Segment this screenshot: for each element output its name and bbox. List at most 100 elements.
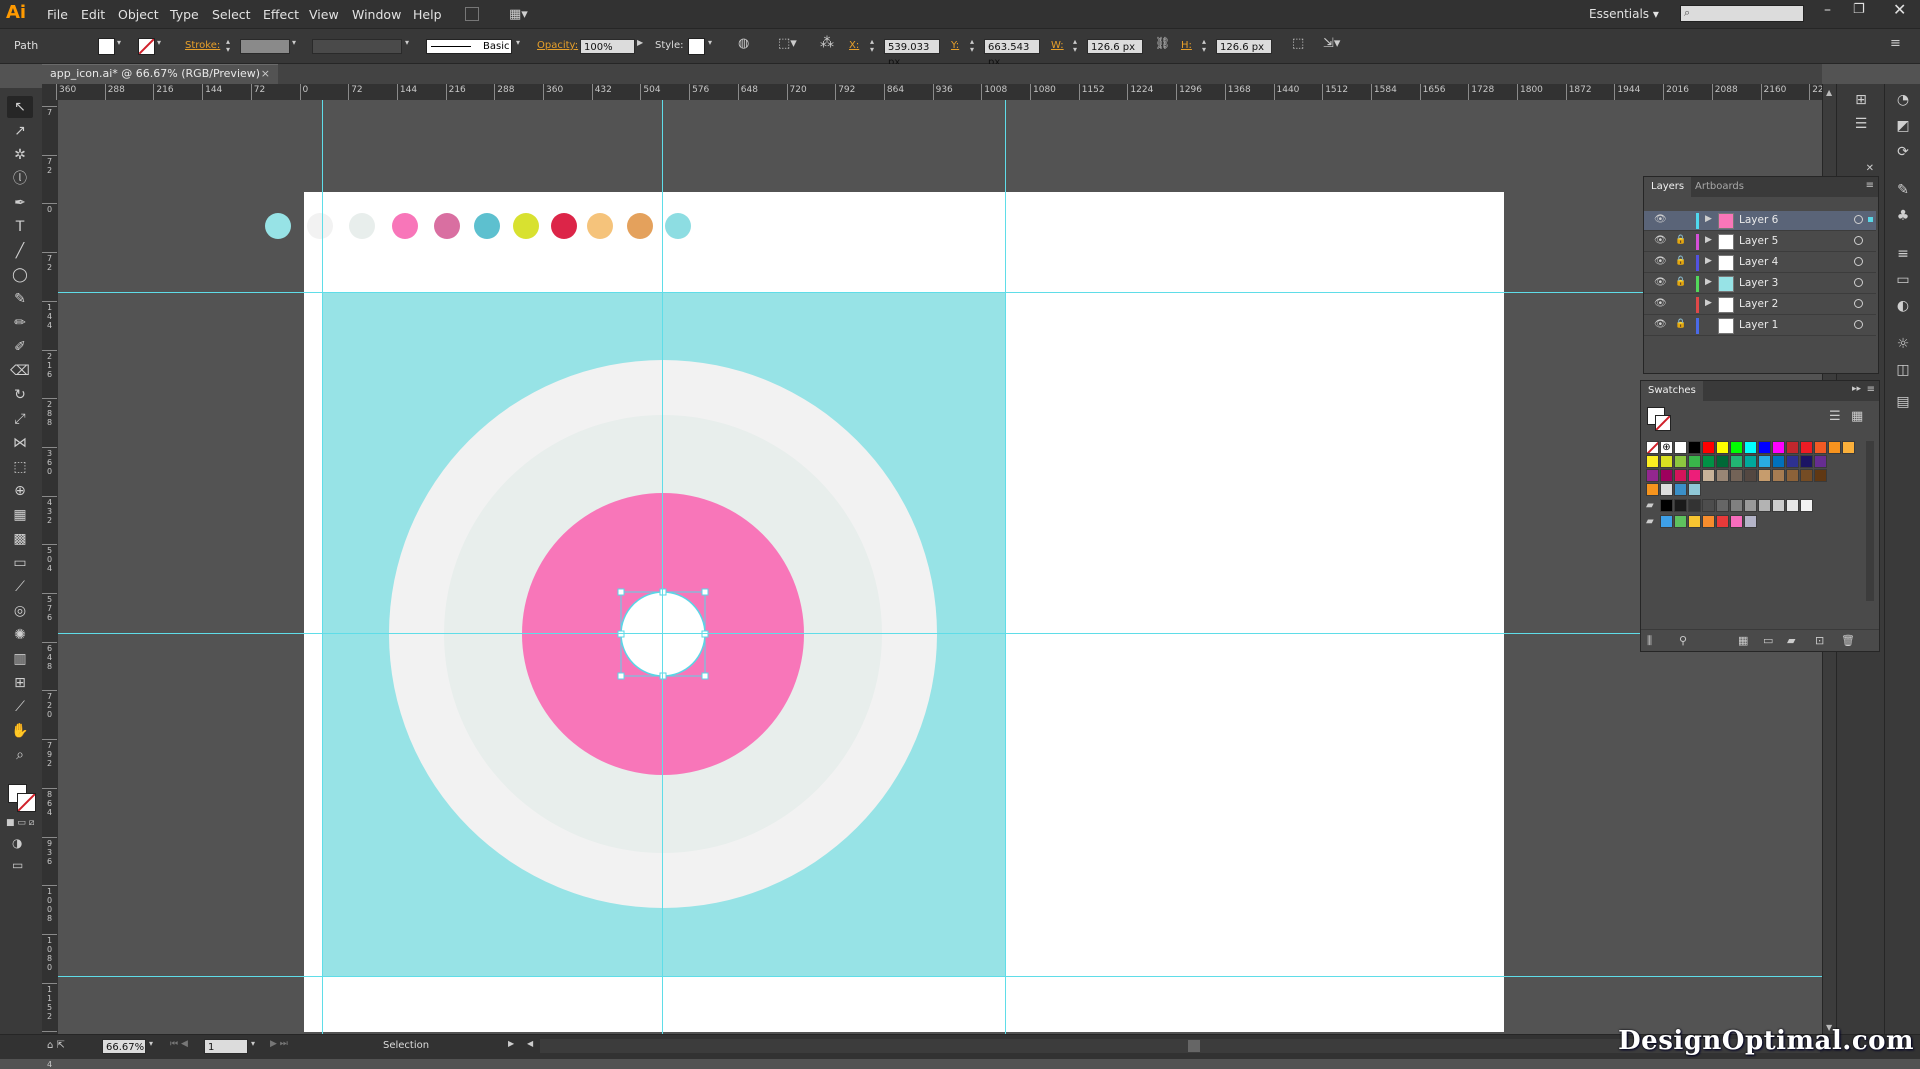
screen-mode-icon[interactable]: ▭	[12, 858, 23, 872]
color-swatch[interactable]	[1758, 469, 1771, 482]
pen-tool-icon[interactable]: ✒	[7, 192, 33, 214]
color-swatch[interactable]	[1674, 455, 1687, 468]
lasso-tool-icon[interactable]: ⓛ	[7, 168, 33, 190]
color-swatch[interactable]	[1814, 455, 1827, 468]
layer-name[interactable]: Layer 5	[1739, 235, 1778, 247]
width-tool-icon[interactable]: ⋈	[7, 432, 33, 454]
pencil-tool-icon[interactable]: ✏	[7, 312, 33, 334]
visibility-icon[interactable]: 👁	[1654, 319, 1667, 330]
status-icons[interactable]: ⌂ ⇱	[47, 1040, 65, 1051]
layer-name[interactable]: Layer 1	[1739, 319, 1778, 331]
color-swatch[interactable]	[1786, 441, 1799, 454]
swatches-scrollbar[interactable]	[1866, 441, 1874, 601]
menu-window[interactable]: Window	[352, 7, 401, 22]
color-swatch[interactable]	[1800, 469, 1813, 482]
target-icon[interactable]	[1854, 215, 1863, 224]
stroke-swatch[interactable]	[1655, 415, 1671, 431]
mesh-tool-icon[interactable]: ▩	[7, 528, 33, 550]
paintbrush-tool-icon[interactable]: ✎	[7, 288, 33, 310]
palette-dot[interactable]	[307, 213, 333, 239]
isolate-icon[interactable]: ⇲▾	[1323, 36, 1340, 51]
color-swatch[interactable]	[1660, 483, 1673, 496]
lock-icon[interactable]: 🔒	[1675, 235, 1686, 245]
color-swatch[interactable]	[1716, 469, 1729, 482]
column-graph-tool-icon[interactable]: ▥	[7, 648, 33, 670]
blend-tool-icon[interactable]: ◎	[7, 600, 33, 622]
palette-dot[interactable]	[434, 213, 460, 239]
color-swatch[interactable]	[1702, 441, 1715, 454]
variable-width-profile[interactable]	[312, 39, 402, 54]
color-swatch[interactable]	[1744, 499, 1757, 512]
registration-swatch[interactable]: ⊕	[1660, 441, 1673, 454]
color-swatch[interactable]	[1758, 455, 1771, 468]
bridge-icon[interactable]	[465, 7, 479, 21]
color-swatch[interactable]	[1660, 469, 1673, 482]
color-swatch[interactable]	[1646, 469, 1659, 482]
guide-vertical[interactable]	[662, 100, 663, 1034]
color-swatch[interactable]	[1688, 469, 1701, 482]
stroke-swatch[interactable]	[138, 38, 155, 55]
hscroll-left-icon[interactable]: ◀	[527, 1039, 533, 1048]
eraser-tool-icon[interactable]: ⌫	[7, 360, 33, 382]
color-panel-icon[interactable]: ◔	[1893, 90, 1913, 110]
layer-row[interactable]: 👁 ▶ Layer 6	[1644, 211, 1876, 231]
arrange-documents-icon[interactable]: ▦▾	[509, 7, 528, 22]
status-menu-icon[interactable]: ▶	[508, 1039, 514, 1048]
opacity-arrow-icon[interactable]: ▶	[637, 38, 643, 47]
visibility-icon[interactable]: 👁	[1654, 298, 1667, 309]
color-swatch[interactable]	[1744, 515, 1757, 528]
color-swatch[interactable]	[1716, 441, 1729, 454]
new-swatch-icon[interactable]: ⊡	[1815, 634, 1824, 647]
palette-dot[interactable]	[265, 213, 291, 239]
zoom-tool-icon[interactable]: ⌕	[7, 744, 33, 766]
blob-brush-tool-icon[interactable]: ✐	[7, 336, 33, 358]
x-field[interactable]: 539.033 px	[884, 39, 940, 68]
guide-vertical[interactable]	[322, 100, 323, 1034]
lock-icon[interactable]: 🔒	[1675, 319, 1686, 329]
collapse-icon[interactable]: ▸▸	[1852, 384, 1861, 394]
color-swatch[interactable]	[1674, 469, 1687, 482]
artboard-number-field[interactable]: 1	[204, 1039, 248, 1054]
color-group-folder-icon[interactable]: ▰	[1646, 516, 1654, 527]
scroll-up-icon[interactable]: ▲	[1826, 88, 1832, 97]
stroke-weight-stepper[interactable]: ▴ ▾	[226, 38, 230, 54]
type-tool-icon[interactable]: T	[7, 216, 33, 238]
panel-menu-icon[interactable]: ≡	[1866, 180, 1874, 191]
new-color-group-icon[interactable]: ▭	[1763, 634, 1773, 647]
color-swatch[interactable]	[1772, 499, 1785, 512]
swatch-kind-icon[interactable]: ⚲	[1679, 634, 1687, 647]
list-view-icon[interactable]: ☰	[1829, 409, 1841, 424]
color-swatch[interactable]	[1688, 515, 1701, 528]
center-circle[interactable]	[620, 591, 706, 677]
x-stepper[interactable]: ▴ ▾	[870, 38, 874, 54]
color-swatch[interactable]	[1702, 515, 1715, 528]
stroke-dropdown-icon[interactable]: ▾	[157, 38, 161, 47]
close-button[interactable]: ✕	[1893, 0, 1906, 19]
scroll-thumb[interactable]	[1188, 1040, 1200, 1052]
artboard-tool-icon[interactable]: ⊞	[7, 672, 33, 694]
guide-horizontal[interactable]	[58, 976, 1822, 977]
menu-select[interactable]: Select	[212, 7, 251, 22]
w-stepper[interactable]: ▴ ▾	[1073, 38, 1077, 54]
delete-swatch-icon[interactable]: 🗑	[1841, 634, 1855, 647]
stroke-weight-dropdown-icon[interactable]: ▾	[292, 38, 296, 47]
align-panel-icon[interactable]: ☰	[1851, 114, 1871, 134]
color-swatch[interactable]	[1800, 499, 1813, 512]
color-swatch[interactable]	[1688, 499, 1701, 512]
zoom-field[interactable]: 66.67%	[102, 1039, 146, 1054]
color-group-folder-icon[interactable]: ▰	[1787, 634, 1795, 647]
color-swatch[interactable]	[1688, 441, 1701, 454]
symbol-sprayer-tool-icon[interactable]: ✺	[7, 624, 33, 646]
appearance-panel-icon[interactable]: ☼	[1893, 334, 1913, 354]
palette-dot[interactable]	[392, 213, 418, 239]
artboards-panel-icon[interactable]: ⊞	[1851, 90, 1871, 110]
layer-name[interactable]: Layer 2	[1739, 298, 1778, 310]
expand-triangle-icon[interactable]: ▶	[1705, 235, 1712, 245]
color-swatch[interactable]	[1716, 499, 1729, 512]
minimize-button[interactable]: –	[1824, 2, 1831, 18]
selection-tool-icon[interactable]: ↖	[7, 96, 33, 118]
zoom-dropdown-icon[interactable]: ▾	[149, 1039, 153, 1048]
color-swatch[interactable]	[1730, 515, 1743, 528]
menu-type[interactable]: Type	[170, 7, 199, 22]
panel-close-icon[interactable]: ✕	[1866, 163, 1874, 174]
